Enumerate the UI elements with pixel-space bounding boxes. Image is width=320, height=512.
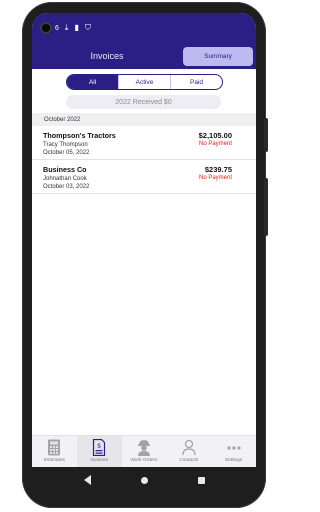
nav-label: Estimates [43,458,65,463]
nav-work-orders[interactable]: Work Orders [122,436,167,467]
nav-contacts[interactable]: Contacts [166,436,211,467]
person-icon [182,439,196,456]
filter-paid[interactable]: Paid [170,75,222,89]
page-title: Invoices [90,51,124,61]
filter-all[interactable]: All [67,75,118,89]
payment-status: No Payment [198,175,232,181]
worker-icon [137,440,150,456]
shield-icon: ⛉ [84,23,91,32]
front-camera [40,22,52,34]
app-header: 6 ⤓ ▮ ⛉ Invoices Summary [32,13,256,69]
nav-label: Invoices [90,458,108,463]
download-icon: ⤓ [64,23,69,32]
invoice-document-icon: $ [93,439,106,456]
nav-estimates[interactable]: Estimates [32,436,77,467]
invoice-client: Business Co [43,165,87,174]
calculator-icon [48,439,61,456]
invoice-contact: Tracy Thompson [43,142,88,148]
status-bar: 6 ⤓ ▮ ⛉ [55,24,91,32]
invoice-amount: $2,105.00 [198,131,232,140]
nav-label: Settings [224,458,243,463]
status-indicator: 6 [55,24,59,32]
nav-settings[interactable]: Settings [211,436,256,467]
nav-label: Work Orders [130,458,158,463]
month-section-header: October 2022 [32,113,256,126]
invoice-date: October 03, 2022 [43,184,90,190]
invoice-amount: $239.75 [204,165,232,174]
invoice-row[interactable]: Business Co Johnathan Cook October 03, 2… [32,160,256,194]
invoice-date: October 05, 2022 [43,150,90,156]
invoice-row[interactable]: Thompson's Tractors Tracy Thompson Octob… [32,126,256,160]
app-screen: 6 ⤓ ▮ ⛉ Invoices Summary All Active Paid… [32,13,256,467]
nav-invoices[interactable]: $ Invoices [76,436,122,467]
volume-button [264,178,268,236]
filter-active[interactable]: Active [118,75,170,89]
nav-label: Contacts [179,458,199,463]
summary-button[interactable]: Summary [183,47,253,66]
back-icon[interactable] [83,475,91,485]
svg-text:$: $ [98,444,102,450]
more-dots-icon [226,446,241,450]
payment-status: No Payment [198,141,232,147]
invoice-contact: Johnathan Cook [43,176,87,182]
bottom-nav: Estimates $ Invoices Work Orders Contact… [32,435,256,467]
sim-card-icon: ▮ [74,23,79,32]
received-summary: 2022 Received $0 [66,95,221,109]
invoice-filter: All Active Paid [66,74,223,90]
invoice-client: Thompson's Tractors [43,131,116,140]
home-icon[interactable] [140,476,148,484]
power-button [264,118,268,152]
recents-icon[interactable] [197,476,205,484]
system-nav-bar [32,467,256,493]
